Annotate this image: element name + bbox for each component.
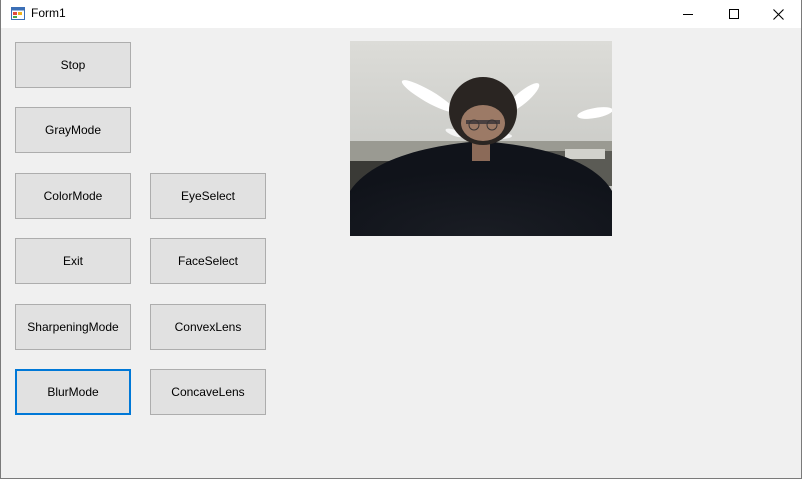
stop-button[interactable]: Stop	[15, 42, 131, 88]
gray-mode-button[interactable]: GrayMode	[15, 107, 131, 153]
maximize-icon	[729, 9, 739, 19]
blur-mode-button[interactable]: BlurMode	[15, 369, 131, 415]
maximize-button[interactable]	[711, 0, 757, 28]
exit-button[interactable]: Exit	[15, 238, 131, 284]
close-button[interactable]	[755, 0, 801, 28]
title-bar[interactable]: Form1	[1, 0, 801, 28]
color-mode-button[interactable]: ColorMode	[15, 173, 131, 219]
face-select-button[interactable]: FaceSelect	[150, 238, 266, 284]
convex-lens-button[interactable]: ConvexLens	[150, 304, 266, 350]
form-app-icon	[11, 7, 25, 20]
concave-lens-button[interactable]: ConcaveLens	[150, 369, 266, 415]
minimize-icon	[683, 9, 693, 19]
camera-preview	[350, 41, 612, 236]
minimize-button[interactable]	[665, 0, 711, 28]
eye-select-button[interactable]: EyeSelect	[150, 173, 266, 219]
window-title: Form1	[31, 6, 66, 20]
form-window: Form1 Stop GrayMode ColorMode Exit Sharp…	[0, 0, 802, 479]
close-icon	[772, 8, 784, 20]
sharpening-mode-button[interactable]: SharpeningMode	[15, 304, 131, 350]
